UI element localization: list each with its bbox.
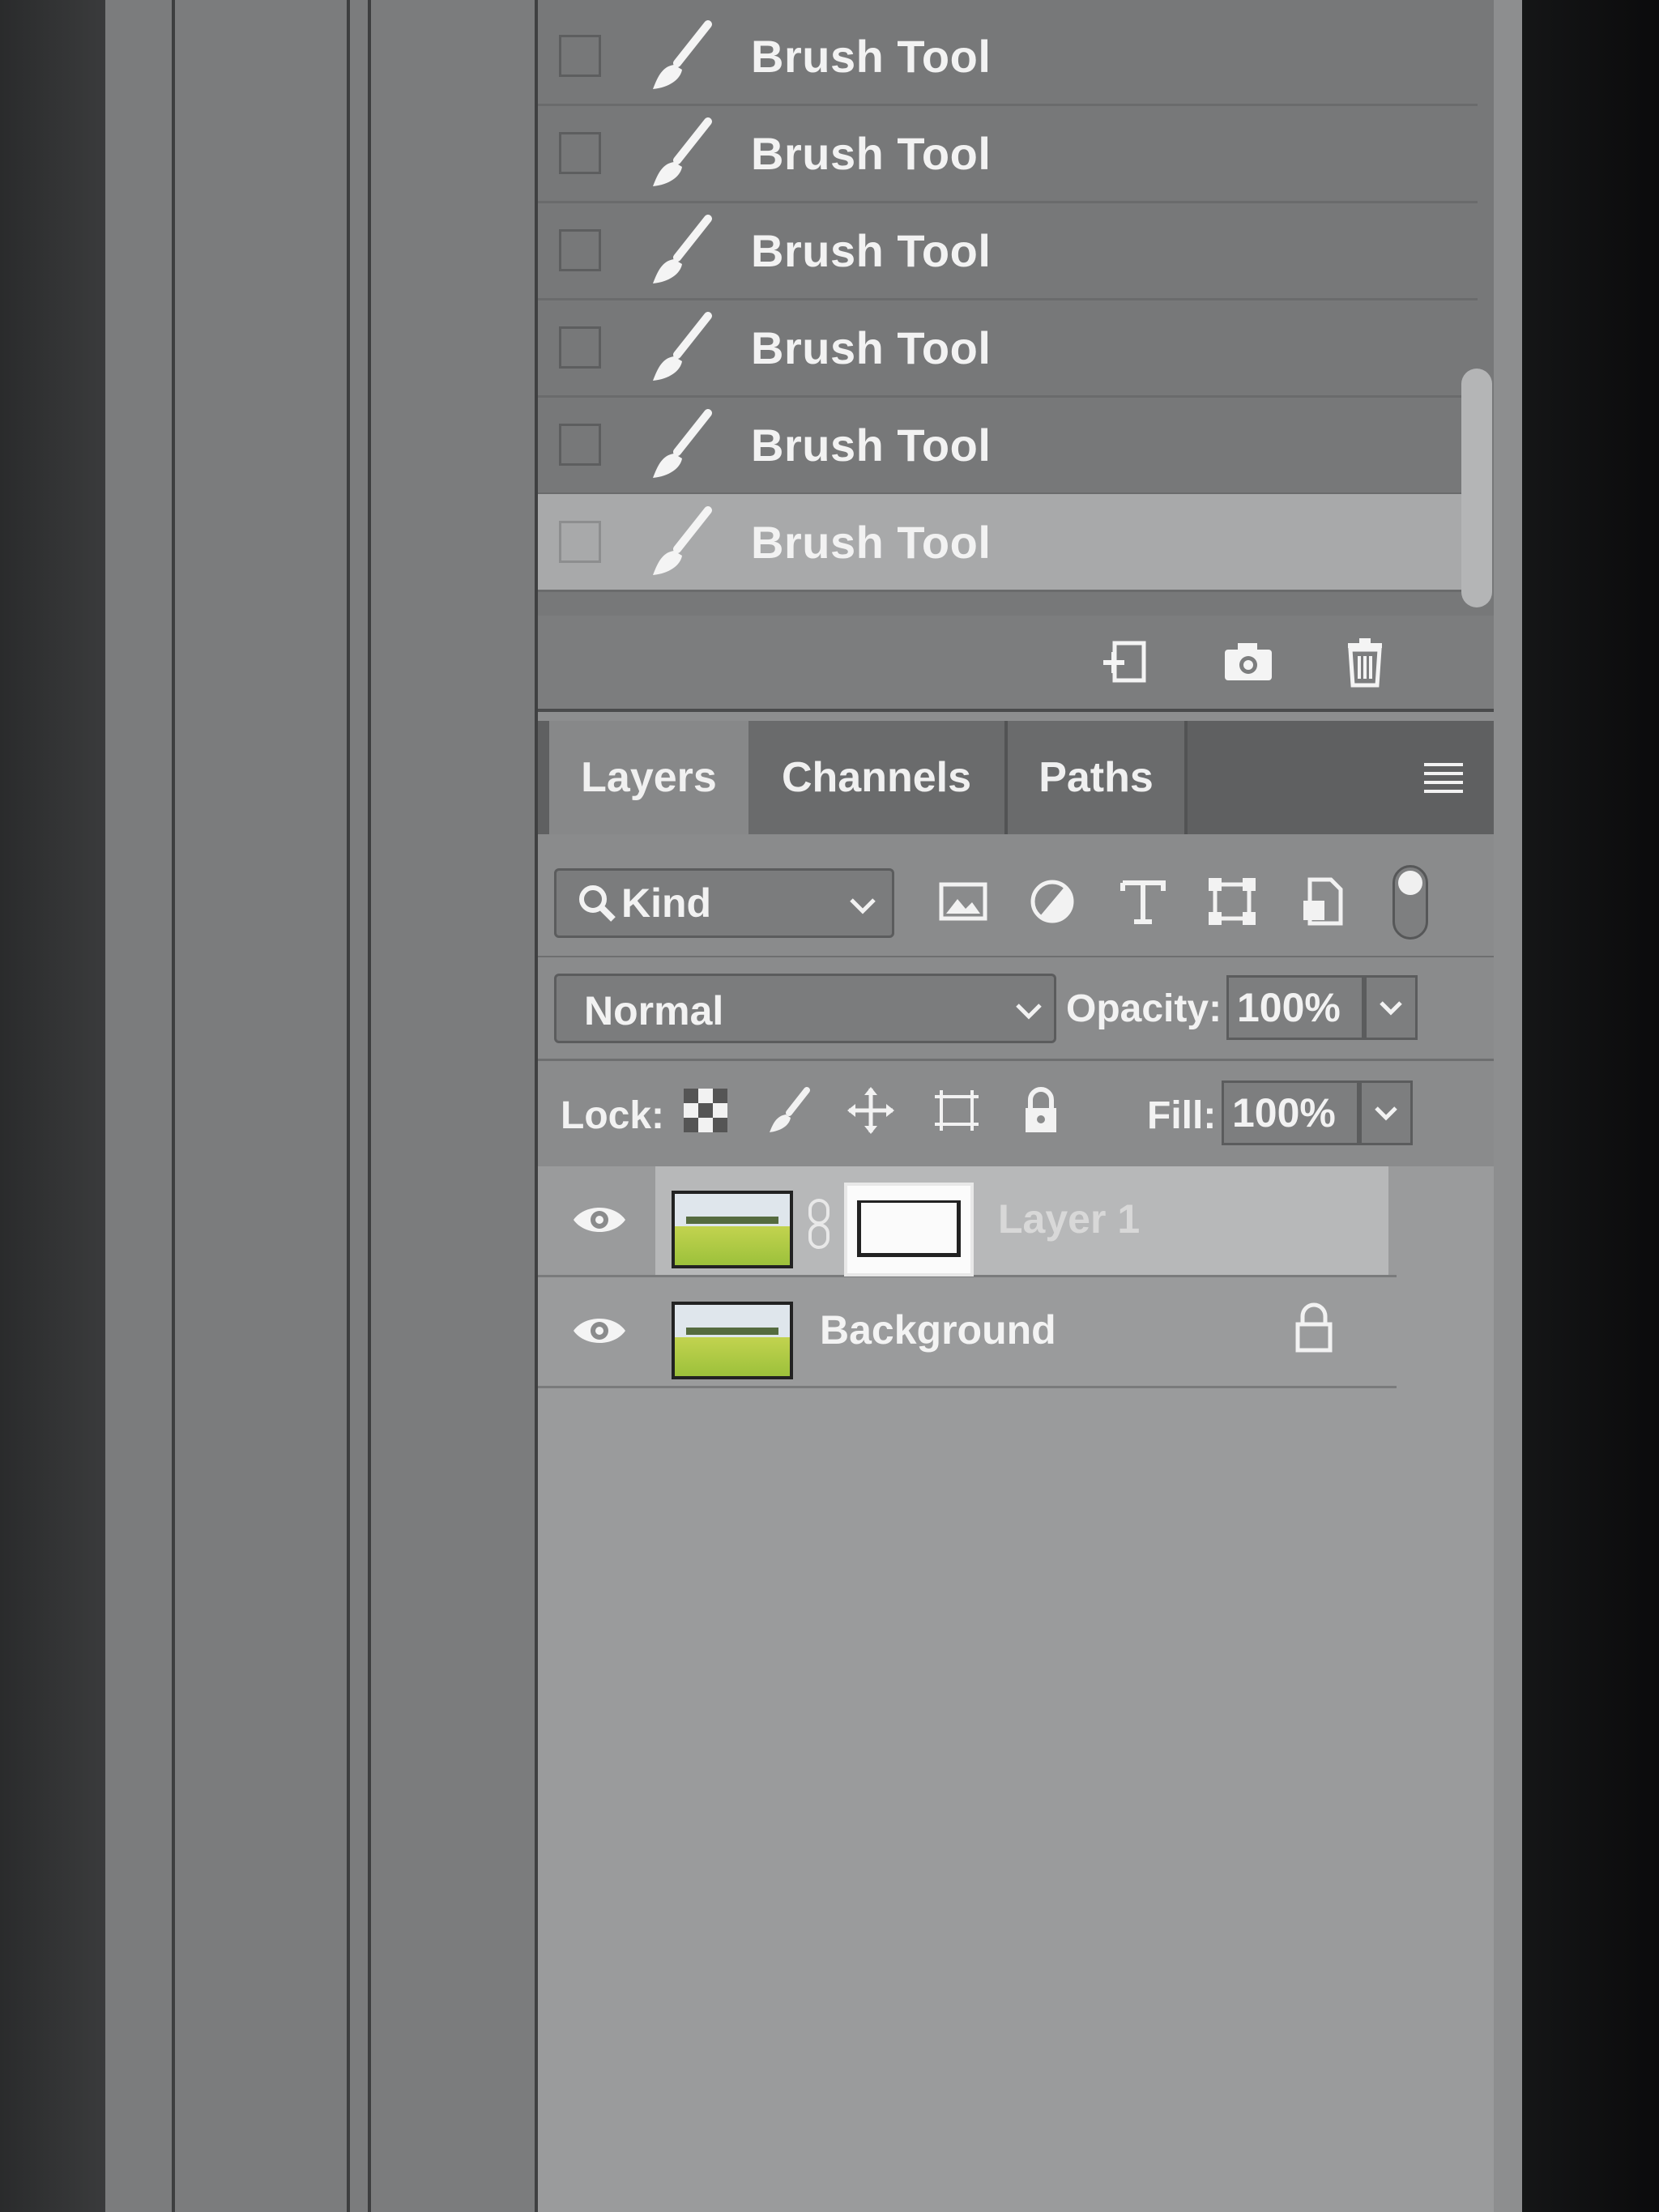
brush-icon (650, 311, 714, 384)
layer-row-background[interactable]: Background (538, 1277, 1397, 1388)
lock-artboard-icon[interactable] (932, 1085, 982, 1136)
brush-icon (650, 19, 714, 92)
layers-list: Layer 1 Background (538, 1166, 1494, 2212)
new-document-from-state-icon[interactable] (1097, 633, 1154, 690)
history-footer (538, 616, 1494, 712)
toggle-knob (1398, 871, 1422, 895)
history-item-label: Brush Tool (751, 419, 992, 471)
lock-transparent-pixels-icon[interactable] (680, 1085, 731, 1136)
chevron-down-icon (1375, 1106, 1397, 1121)
layer-name: Background (820, 1307, 1056, 1353)
panel-divider (347, 0, 350, 2212)
brush-icon (650, 408, 714, 481)
opacity-field[interactable]: 100% (1226, 975, 1364, 1040)
opacity-label: Opacity: (1066, 987, 1222, 1030)
side-panel-area (105, 0, 535, 2212)
mask-link-icon[interactable] (805, 1197, 833, 1251)
history-item-label: Brush Tool (751, 127, 992, 179)
history-snapshot-checkbox[interactable] (559, 521, 601, 563)
layers-tab-bar: Layers Channels Paths (538, 721, 1494, 834)
pixel-layer-filter-icon[interactable] (935, 873, 992, 930)
smart-object-filter-icon[interactable] (1295, 873, 1352, 930)
history-panel: Brush Tool Brush Tool Brush Tool Brush Tool… (538, 0, 1494, 616)
history-item-label: Brush Tool (751, 322, 992, 373)
tab-channels[interactable]: Channels (748, 721, 1008, 834)
layer-thumbnail (672, 1191, 793, 1268)
tab-layers[interactable]: Layers (549, 721, 748, 834)
history-item[interactable]: Brush Tool (538, 397, 1478, 495)
monitor-bezel-right (1519, 0, 1659, 2212)
visibility-eye-icon[interactable] (570, 1311, 629, 1350)
filter-kind-select[interactable]: Kind (554, 868, 894, 938)
chevron-down-icon (850, 898, 876, 914)
fill-field[interactable]: 100% (1222, 1080, 1359, 1145)
panel-divider (172, 0, 175, 2212)
history-item-label: Brush Tool (751, 30, 992, 82)
brush-icon (650, 214, 714, 287)
layer-mask-thumbnail[interactable] (844, 1183, 974, 1276)
filter-toggle-switch[interactable] (1392, 865, 1428, 940)
chevron-down-icon (1016, 1004, 1042, 1020)
history-item[interactable]: Brush Tool (538, 105, 1478, 203)
fill-label: Fill: (1147, 1094, 1217, 1137)
fill-dropdown[interactable] (1359, 1080, 1413, 1145)
trash-icon[interactable] (1337, 633, 1393, 690)
tab-label: Layers (581, 754, 717, 801)
layer-thumbnail (672, 1302, 793, 1379)
opacity-dropdown[interactable] (1364, 975, 1418, 1040)
search-icon (579, 885, 616, 922)
lock-options-row: Lock: Fill: 100% (538, 1061, 1494, 1169)
lock-label: Lock: (561, 1094, 665, 1137)
lock-all-icon[interactable] (1016, 1085, 1066, 1136)
shape-layer-filter-icon[interactable] (1204, 873, 1260, 930)
camera-icon[interactable] (1220, 633, 1277, 690)
panel-divider (368, 0, 371, 2212)
visibility-eye-icon[interactable] (570, 1200, 629, 1239)
lock-icon[interactable] (1291, 1302, 1337, 1353)
brush-icon (650, 117, 714, 190)
brush-icon (650, 505, 714, 578)
lock-position-icon[interactable] (846, 1085, 896, 1136)
history-snapshot-checkbox[interactable] (559, 229, 601, 271)
photoshop-panel: Brush Tool Brush Tool Brush Tool Brush Tool… (535, 0, 1522, 2212)
type-layer-filter-icon[interactable] (1115, 873, 1171, 930)
history-snapshot-checkbox[interactable] (559, 35, 601, 77)
adjustment-layer-filter-icon[interactable] (1024, 873, 1081, 930)
history-item[interactable]: Brush Tool (538, 202, 1478, 300)
history-item-label: Brush Tool (751, 516, 992, 568)
history-item-label: Brush Tool (751, 224, 992, 276)
history-item[interactable]: Brush Tool (538, 494, 1478, 592)
tab-paths[interactable]: Paths (1008, 721, 1188, 834)
blend-mode-value: Normal (584, 988, 724, 1034)
history-scrollbar[interactable] (1461, 369, 1492, 607)
blend-options-row: Normal Opacity: 100% (538, 957, 1494, 1061)
blend-mode-select[interactable]: Normal (554, 974, 1056, 1043)
panel-menu-icon[interactable] (1421, 760, 1466, 795)
history-snapshot-checkbox[interactable] (559, 132, 601, 174)
lock-image-pixels-icon[interactable] (765, 1085, 815, 1136)
chevron-down-icon (1380, 1001, 1402, 1016)
history-item[interactable]: Brush Tool (538, 8, 1478, 106)
fill-value: 100% (1232, 1090, 1336, 1136)
history-snapshot-checkbox[interactable] (559, 424, 601, 466)
monitor-bezel-left (0, 0, 105, 2212)
layer-row-layer-1[interactable]: Layer 1 (538, 1166, 1397, 1277)
tab-label: Channels (781, 754, 972, 801)
filter-kind-label: Kind (621, 880, 712, 926)
opacity-value: 100% (1237, 985, 1341, 1030)
layer-name: Layer 1 (998, 1196, 1141, 1242)
history-item[interactable]: Brush Tool (538, 300, 1478, 398)
history-snapshot-checkbox[interactable] (559, 326, 601, 369)
tab-label: Paths (1038, 754, 1154, 801)
layer-filter-row: Kind (538, 834, 1494, 958)
